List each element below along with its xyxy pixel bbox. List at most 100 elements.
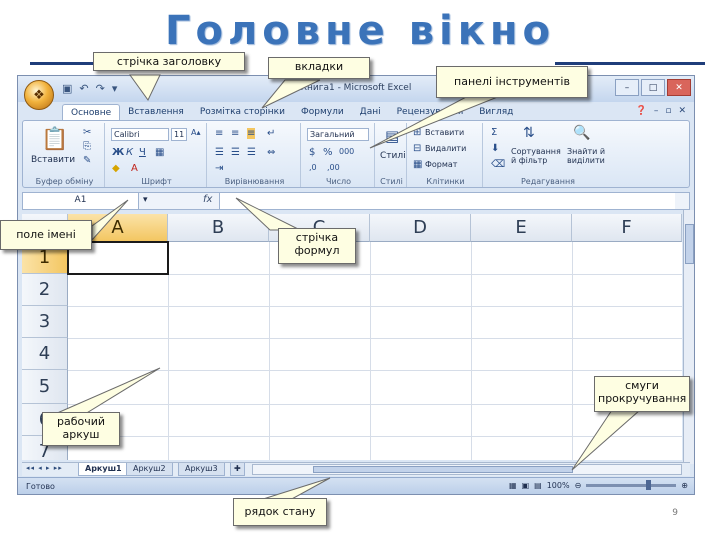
font-color-icon[interactable]: A [131, 163, 138, 174]
zoom-out-icon[interactable]: ⊖ [575, 481, 582, 490]
row-header[interactable]: 3 [22, 306, 68, 338]
comma-icon[interactable]: 000 [339, 147, 354, 156]
align-top-icon[interactable]: ≡ [215, 128, 223, 139]
wrap-text-icon[interactable]: ↵ [267, 128, 275, 139]
merge-icon[interactable]: ⇔ [267, 147, 275, 158]
formula-input[interactable] [219, 193, 675, 209]
vertical-scrollbar[interactable] [683, 210, 694, 464]
font-name-select[interactable]: Calibri [111, 128, 169, 141]
slide-title: Головне вікно [164, 8, 556, 54]
minimize-button[interactable]: – [615, 79, 639, 96]
row-header[interactable]: 5 [22, 370, 68, 404]
fill-icon[interactable]: ⬇ [491, 143, 499, 154]
format-cells-button[interactable]: Формат [425, 160, 457, 169]
tab-view[interactable]: Вигляд [471, 104, 521, 121]
find-select-icon[interactable]: 🔍 [573, 125, 590, 141]
group-label: Буфер обміну [35, 177, 94, 186]
borders-icon[interactable]: ▦ [155, 147, 164, 158]
styles-button[interactable]: Стилі [380, 151, 406, 161]
number-format-select[interactable]: Загальний [307, 128, 369, 141]
sort-filter-button[interactable]: Сортування й фільтр [511, 147, 567, 165]
row-header[interactable]: 4 [22, 338, 68, 370]
sheet-tab-3[interactable]: Аркуш3 [178, 463, 225, 476]
tab-data[interactable]: Дані [352, 104, 389, 121]
fill-color-icon[interactable]: ◆ [112, 163, 120, 174]
normal-view-icon[interactable]: ▦ [509, 481, 517, 490]
horizontal-scroll-thumb[interactable] [313, 466, 573, 473]
ribbon-close-icon[interactable]: ✕ [678, 106, 686, 116]
window-title: Книга1 - Microsoft Excel [300, 83, 412, 93]
sheet-nav-arrows[interactable]: ◂◂ ◂ ▸ ▸▸ [26, 464, 63, 472]
tab-formulas[interactable]: Формули [293, 104, 352, 121]
align-right-icon[interactable]: ☰ [247, 147, 256, 158]
fx-icon[interactable]: fx [203, 194, 212, 205]
insert-cells-icon[interactable]: ⊞ [413, 127, 421, 138]
column-header[interactable]: B [168, 214, 269, 242]
indent-icon[interactable]: ⇥ [215, 163, 223, 174]
tab-page-layout[interactable]: Розмітка сторінки [192, 104, 293, 121]
sheet-tab-2[interactable]: Аркуш2 [126, 463, 173, 476]
zoom-in-icon[interactable]: ⊕ [681, 481, 688, 490]
help-icon[interactable]: ❓ [636, 106, 647, 116]
format-cells-icon[interactable]: ▦ [413, 159, 422, 170]
ribbon-restore-icon[interactable]: ▫ [665, 106, 671, 116]
autosum-icon[interactable]: Σ [491, 127, 497, 138]
group-label: Число [325, 177, 352, 186]
paste-icon[interactable]: 📋 [41, 127, 68, 152]
currency-icon[interactable]: $ [309, 147, 315, 158]
callout-status-bar: рядок стану [233, 498, 327, 526]
grow-font-icon[interactable]: A▴ [191, 128, 201, 137]
row-header[interactable]: 2 [22, 274, 68, 306]
new-sheet-icon[interactable]: ✚ [230, 463, 245, 476]
sheet-tab-1[interactable]: Аркуш1 [78, 463, 129, 476]
clear-icon[interactable]: ⌫ [491, 159, 505, 170]
copy-icon[interactable]: ⎘ [83, 141, 91, 152]
find-select-button[interactable]: Знайти й виділити [567, 147, 611, 165]
decrease-decimal-icon[interactable]: ,00 [327, 163, 340, 172]
increase-decimal-icon[interactable]: ,0 [309, 163, 317, 172]
group-label: Редагування [520, 177, 575, 186]
column-header[interactable]: D [370, 214, 471, 242]
align-center-icon[interactable]: ☰ [231, 147, 240, 158]
zoom-controls: ▦ ▣ ▤ 100% ⊖ ⊕ [509, 480, 688, 490]
align-middle-icon[interactable]: ≡ [231, 128, 239, 139]
horizontal-scrollbar[interactable] [252, 464, 682, 475]
zoom-slider-knob[interactable] [646, 480, 652, 490]
zoom-level[interactable]: 100% [547, 481, 570, 490]
column-header[interactable]: E [471, 214, 572, 242]
zoom-slider[interactable] [586, 480, 677, 490]
group-label: Вирівнювання [224, 177, 285, 186]
align-left-icon[interactable]: ☰ [215, 147, 224, 158]
italic-button[interactable]: К [126, 147, 133, 158]
close-button[interactable]: ✕ [667, 79, 691, 96]
delete-cells-icon[interactable]: ⊟ [413, 143, 421, 154]
status-bar: Готово ▦ ▣ ▤ 100% ⊖ ⊕ [18, 477, 694, 494]
underline-button[interactable]: Ч [139, 147, 146, 158]
name-box-dropdown-icon[interactable]: ▾ [143, 195, 148, 205]
column-header[interactable]: F [572, 214, 682, 242]
window-controls: – □ ✕ [615, 79, 691, 96]
styles-icon[interactable]: ▤ [385, 127, 399, 145]
ribbon-minimize-icon[interactable]: – [654, 106, 659, 116]
group-label: Шрифт [141, 177, 172, 186]
insert-cells-button[interactable]: Вставити [425, 128, 464, 137]
tab-review[interactable]: Рецензування [389, 104, 472, 121]
grid-line [68, 370, 682, 371]
sort-filter-icon[interactable]: ⇅ [523, 125, 535, 141]
office-logo-icon[interactable]: ❖ [24, 80, 54, 110]
page-layout-view-icon[interactable]: ▣ [522, 481, 530, 490]
vertical-scroll-thumb[interactable] [685, 224, 694, 264]
format-painter-icon[interactable]: ✎ [83, 155, 91, 166]
delete-cells-button[interactable]: Видалити [425, 144, 466, 153]
align-bottom-icon[interactable]: ≡ [247, 128, 256, 139]
name-box[interactable]: A1 [23, 193, 139, 209]
bold-button[interactable]: Ж [112, 147, 124, 158]
paste-button[interactable]: Вставити [31, 155, 75, 165]
maximize-button[interactable]: □ [641, 79, 665, 96]
tab-home[interactable]: Основне [62, 104, 121, 121]
tab-insert[interactable]: Вставлення [120, 104, 192, 121]
cut-icon[interactable]: ✂ [83, 127, 91, 138]
percent-icon[interactable]: % [323, 147, 333, 158]
font-size-select[interactable]: 11 [171, 128, 187, 141]
page-break-view-icon[interactable]: ▤ [534, 481, 542, 490]
